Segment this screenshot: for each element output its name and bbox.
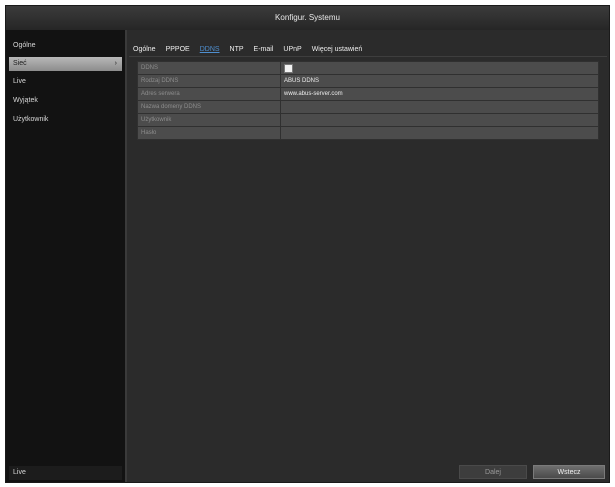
sidebar-item-label: Użytkownik (13, 116, 49, 123)
sidebar: Ogólne Sieć › Live Wyjątek Użytkownik Li… (6, 30, 127, 482)
username-label: Użytkownik (137, 113, 281, 127)
table-row: Użytkownik (137, 113, 599, 127)
sidebar-item-live[interactable]: Live (9, 75, 122, 89)
password-label: Hasło (137, 126, 281, 140)
config-window: Konfigur. Systemu Ogólne Sieć › Live Wyj… (5, 5, 610, 483)
main-panel: Ogólne PPPOE DDNS NTP E-mail UPnP Więcej… (127, 30, 609, 482)
ddns-type-label: Rodzaj DDNS (137, 74, 281, 88)
live-mode-button[interactable]: Live (9, 466, 122, 480)
sidebar-item-exception[interactable]: Wyjątek (9, 94, 122, 108)
sidebar-item-network[interactable]: Sieć › (9, 57, 122, 71)
ddns-enable-checkbox[interactable] (284, 63, 293, 73)
tab-bar: Ogólne PPPOE DDNS NTP E-mail UPnP Więcej… (129, 44, 368, 56)
username-field[interactable] (280, 113, 599, 127)
window-title: Konfigur. Systemu (6, 6, 609, 30)
ddns-enable-cell (280, 61, 599, 75)
tab-more-settings[interactable]: Więcej ustawień (308, 44, 369, 56)
table-row: DDNS (137, 61, 599, 75)
password-field[interactable] (280, 126, 599, 140)
server-address-field[interactable]: www.abus-server.com (280, 87, 599, 101)
ddns-enable-label: DDNS (137, 61, 281, 75)
apply-button[interactable]: Dalej (459, 465, 527, 479)
tab-ddns[interactable]: DDNS (196, 44, 226, 56)
sidebar-item-user[interactable]: Użytkownik (9, 113, 122, 127)
tab-email[interactable]: E-mail (250, 44, 280, 56)
tab-ntp[interactable]: NTP (226, 44, 250, 56)
sidebar-item-label: Sieć (13, 60, 27, 67)
table-row: Adres serwera www.abus-server.com (137, 87, 599, 101)
chevron-right-icon: › (114, 60, 117, 67)
table-row: Hasło (137, 126, 599, 140)
table-row: Nazwa domeny DDNS (137, 100, 599, 114)
table-row: Rodzaj DDNS ABUS DDNS (137, 74, 599, 88)
sidebar-item-label: Ogólne (13, 42, 36, 49)
tab-general[interactable]: Ogólne (129, 44, 162, 56)
ddns-type-select[interactable]: ABUS DDNS (280, 74, 599, 88)
sidebar-item-label: Wyjątek (13, 97, 38, 104)
ddns-settings-table: DDNS Rodzaj DDNS ABUS DDNS Adres serwera… (137, 61, 599, 140)
domain-name-label: Nazwa domeny DDNS (137, 100, 281, 114)
sidebar-item-general[interactable]: Ogólne (9, 39, 122, 53)
sidebar-item-label: Live (13, 78, 26, 85)
tab-pppoe[interactable]: PPPOE (162, 44, 196, 56)
tab-upnp[interactable]: UPnP (279, 44, 307, 56)
server-address-label: Adres serwera (137, 87, 281, 101)
domain-name-field[interactable] (280, 100, 599, 114)
tab-divider (129, 56, 607, 57)
back-button[interactable]: Wstecz (533, 465, 605, 479)
